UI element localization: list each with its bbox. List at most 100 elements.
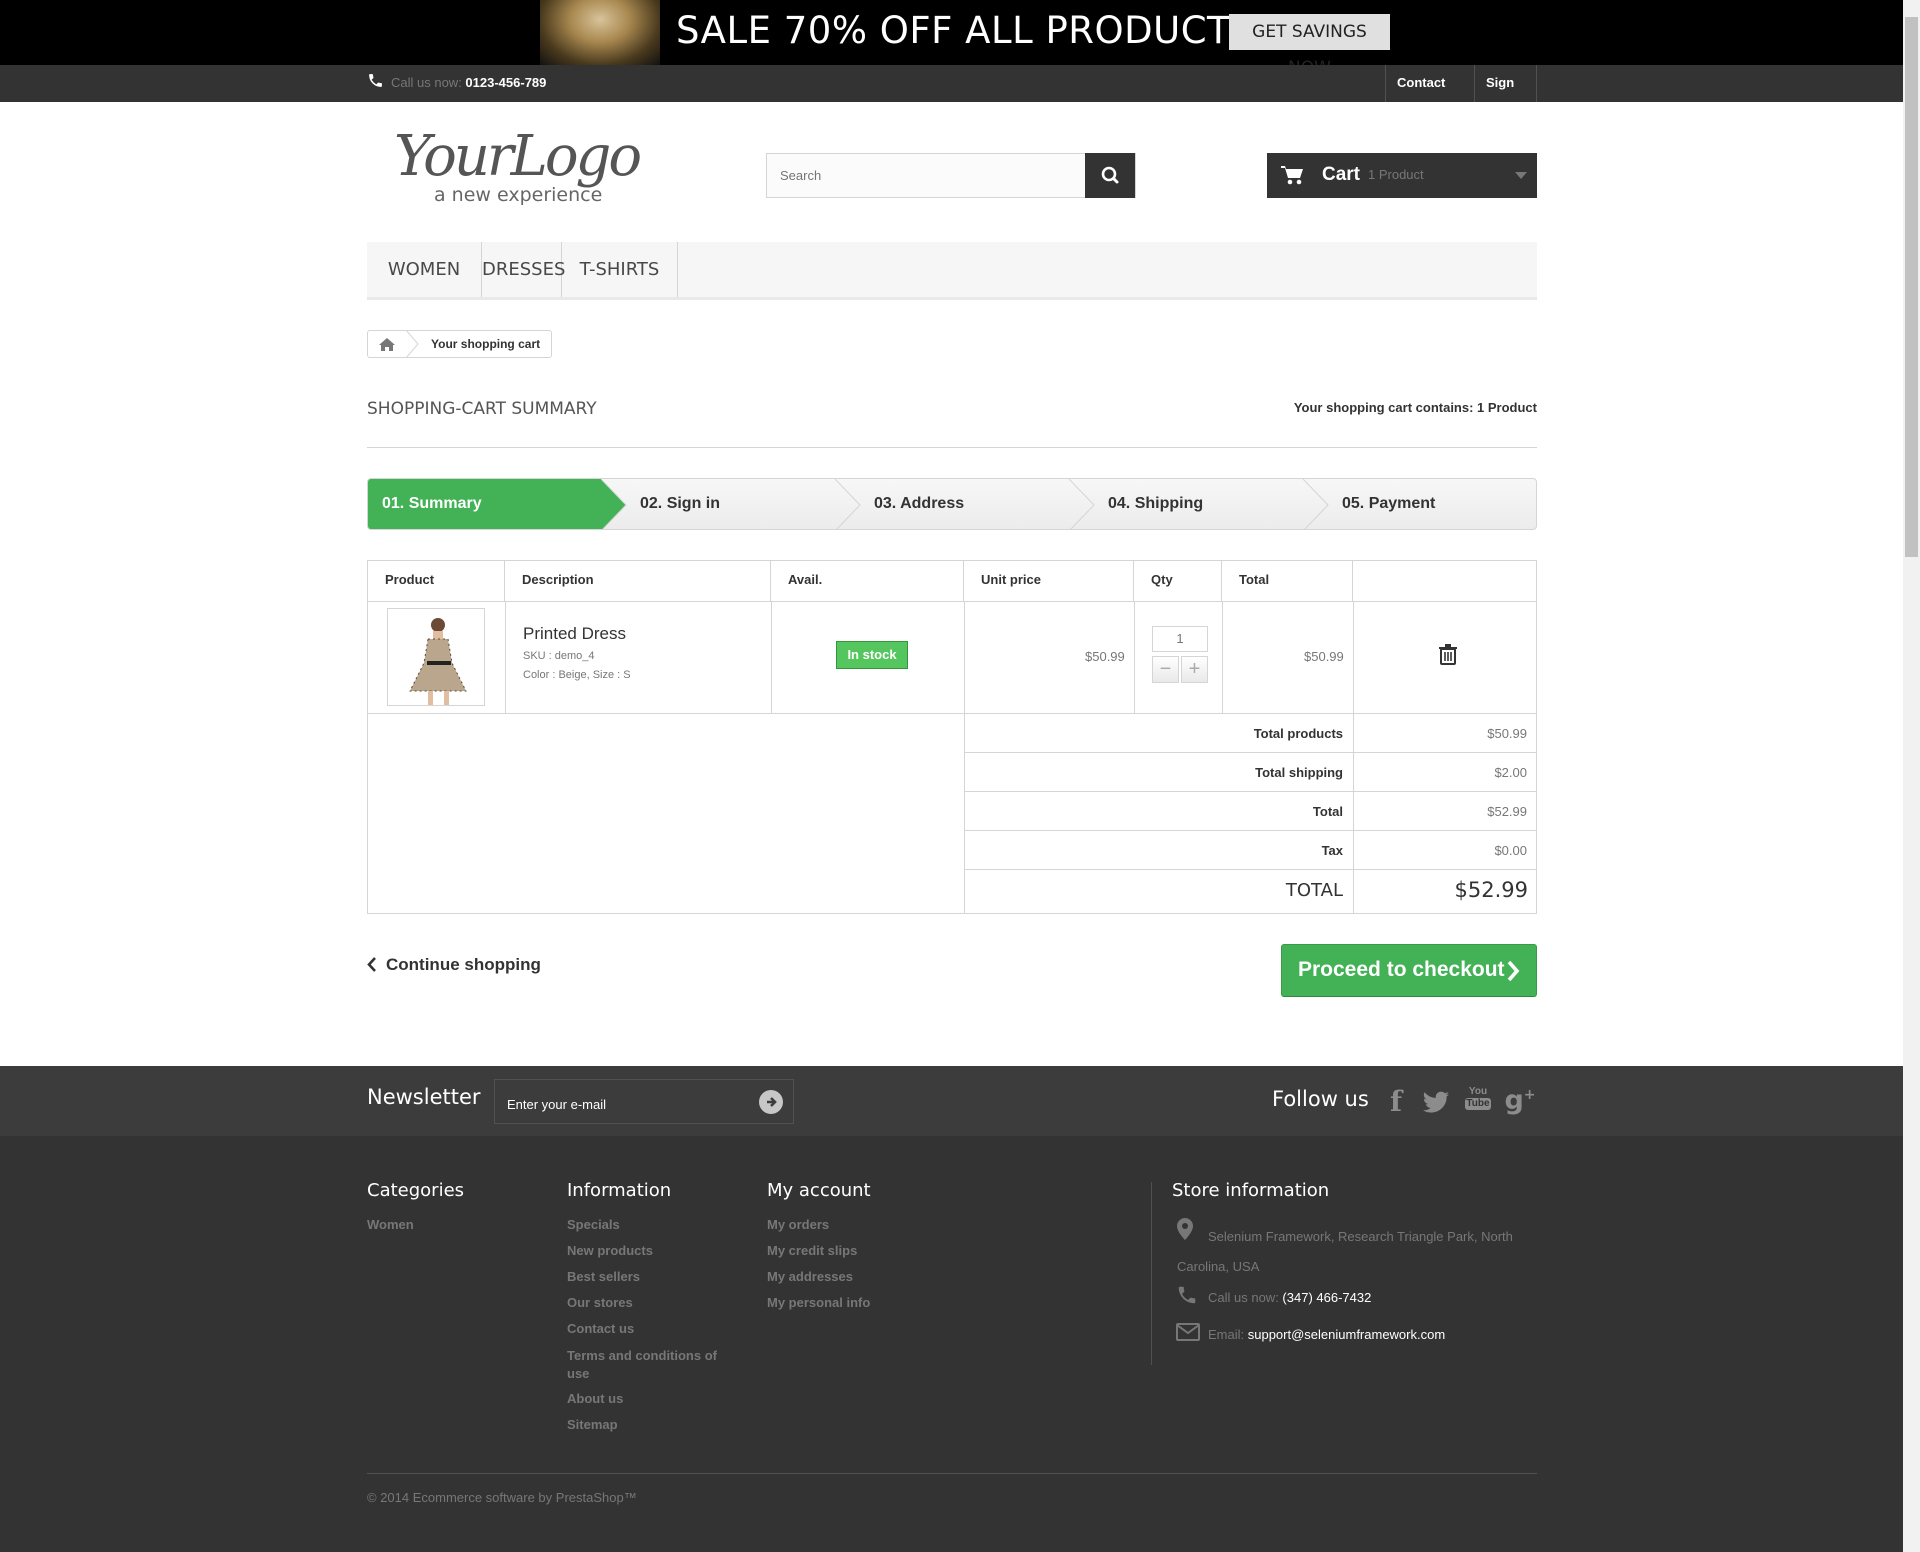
cart-count: 1 Product [1368,167,1424,182]
scrollbar-thumb[interactable] [1905,17,1918,557]
continue-shopping-label: Continue shopping [386,955,541,974]
total-shipping-value: $2.00 [1494,765,1527,780]
phone-icon [369,74,382,87]
twitter-icon[interactable] [1422,1091,1450,1113]
quantity-input[interactable]: 1 [1152,626,1208,652]
total-products-value: $50.99 [1487,726,1527,741]
footer-link-about-us[interactable]: About us [567,1391,623,1406]
facebook-icon[interactable]: f [1380,1085,1412,1118]
line-total: $50.99 [1304,649,1344,664]
google-plus-icon[interactable]: g+ [1500,1085,1540,1116]
newsletter-title: Newsletter [367,1085,481,1109]
copyright-text: © 2014 Ecommerce software by PrestaShop™ [367,1490,637,1505]
youtube-icon[interactable]: You Tube [1465,1086,1491,1110]
footer-link-my-orders[interactable]: My orders [767,1217,829,1232]
tax-value: $0.00 [1494,843,1527,858]
svg-text:YourLogo: YourLogo [394,125,640,189]
unit-price: $50.99 [1085,649,1125,664]
call-us-text: Call us now: 0123-456-789 [367,74,546,90]
cart-block[interactable]: Cart 1 Product [1267,153,1537,198]
follow-us-title: Follow us [1272,1087,1369,1111]
envelope-icon [1176,1323,1200,1341]
total-shipping-label: Total shipping [1255,765,1343,780]
cart-label: Cart [1322,164,1361,185]
breadcrumb: Your shopping cart [367,330,552,358]
menu-item-dresses[interactable]: DRESSES [482,242,565,297]
cart-icon [1281,166,1303,185]
col-unit-price: Unit price [964,561,1134,601]
heading-divider [367,447,1537,448]
product-thumbnail[interactable] [387,608,485,706]
footer-link-addresses[interactable]: My addresses [767,1269,853,1284]
store-address: Selenium Framework, Research Triangle Pa… [1177,1229,1513,1274]
promo-banner[interactable]: SALE 70% OFF ALL PRODUCTS GET SAVINGS NO… [0,0,1903,65]
footer-link-contact-us[interactable]: Contact us [567,1321,634,1336]
col-qty: Qty [1134,561,1222,601]
footer-link-women[interactable]: Women [367,1217,414,1232]
footer-link-credit-slips[interactable]: My credit slips [767,1243,857,1258]
col-total: Total [1222,561,1353,601]
tax-label: Tax [1321,843,1343,858]
total-products-label: Total products [1253,726,1343,741]
store-phone: Call us now: (347) 466-7432 [1208,1290,1371,1305]
product-attributes: Color : Beige, Size : S [523,669,631,681]
row-divider [505,601,506,713]
caret-down-icon [1515,172,1527,179]
col-description: Description [505,561,771,601]
footer-link-specials[interactable]: Specials [567,1217,620,1232]
breadcrumb-separator [406,330,419,358]
svg-text:a new experience: a new experience [434,184,602,205]
footer-store-title: Store information [1172,1180,1330,1201]
newsletter-email-input[interactable]: Enter your e-mail [494,1079,794,1124]
qty-increase-button[interactable]: + [1181,656,1208,683]
row-divider [1222,601,1223,713]
banner-title: SALE 70% OFF ALL PRODUCTS [676,9,1255,52]
grand-total-value: $52.99 [1454,878,1528,902]
footer-bottom-divider [367,1473,1537,1474]
page-title: SHOPPING-CART SUMMARY [367,399,597,419]
sign-in-link[interactable]: Sign in [1474,65,1537,126]
footer-link-best-sellers[interactable]: Best sellers [567,1269,640,1284]
menu-item-women[interactable]: WOMEN [367,242,482,297]
product-name[interactable]: Printed Dress [523,624,626,644]
proceed-to-checkout-button[interactable]: Proceed to checkout [1281,944,1537,997]
store-email-link[interactable]: support@seleniumframework.com [1248,1327,1445,1342]
row-bottom [368,713,1536,714]
footer-link-new-products[interactable]: New products [567,1243,653,1258]
newsletter-submit-icon[interactable] [758,1089,784,1115]
row-divider [964,601,965,914]
step-summary: 01. Summary [382,495,482,512]
contact-us-link[interactable]: Contact us [1385,65,1474,126]
menu-item-tshirts[interactable]: T-SHIRTS [562,242,678,297]
total-label: Total [1312,804,1343,819]
search-button[interactable] [1085,153,1135,198]
top-nav-bar: Call us now: 0123-456-789 Contact us Sig… [0,65,1903,126]
main-menu: WOMEN DRESSES T-SHIRTS [367,242,1537,300]
checkout-label: Proceed to checkout [1298,958,1505,981]
trash-icon[interactable] [1439,644,1457,665]
summary-divider [964,752,1536,753]
row-divider [1353,601,1354,914]
footer-link-personal-info[interactable]: My personal info [767,1295,870,1310]
store-phone-label: Call us now: [1208,1290,1283,1305]
footer-account-title: My account [767,1180,871,1201]
dress-image [409,618,467,705]
home-icon[interactable] [379,338,395,351]
footer-link-terms[interactable]: Terms and conditions of use [567,1347,727,1383]
search-icon [1101,166,1119,184]
footer-categories-title: Categories [367,1180,465,1201]
in-stock-badge: In stock [836,641,908,669]
col-avail: Avail. [771,561,964,601]
store-logo[interactable]: YourLogo a new experience [390,125,680,205]
qty-decrease-button[interactable]: − [1152,656,1179,683]
store-email-label: Email: [1208,1327,1248,1342]
footer-link-our-stores[interactable]: Our stores [567,1295,633,1310]
footer-link-sitemap[interactable]: Sitemap [567,1417,618,1432]
get-savings-button[interactable]: GET SAVINGS NOW [1229,14,1390,65]
col-product: Product [368,561,505,601]
step-sign-in: 02. Sign in [640,495,721,512]
continue-shopping-link[interactable]: Continue shopping [367,955,541,975]
search-input[interactable] [767,154,1085,197]
phone-icon [1178,1286,1196,1304]
summary-divider [964,869,1536,870]
